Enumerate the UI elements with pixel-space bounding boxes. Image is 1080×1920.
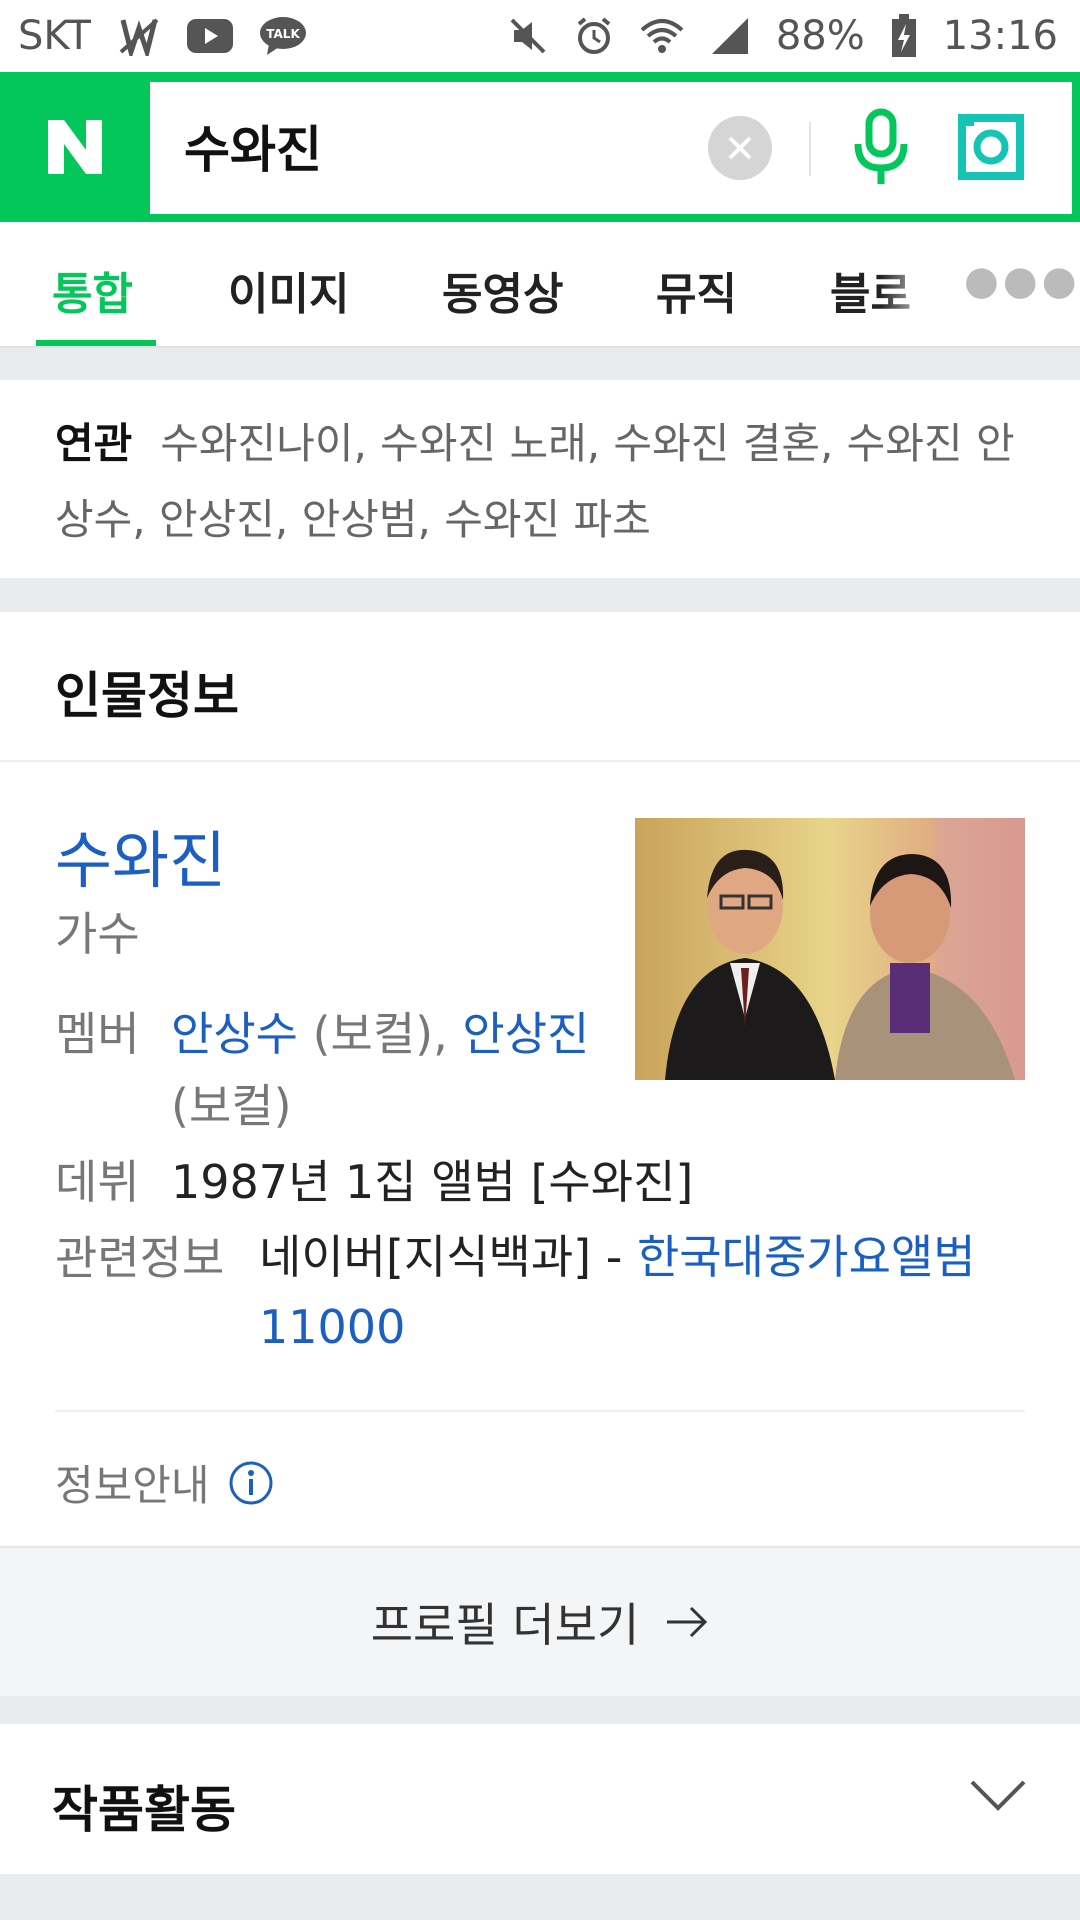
related-text: 연관 수와진나이, 수와진 노래, 수와진 결혼, 수와진 안상수, 안상진, 안… [55, 406, 1025, 558]
tab-images[interactable]: 이미지 [228, 258, 349, 322]
related-searches: 연관 수와진나이, 수와진 노래, 수와진 결혼, 수와진 안상수, 안상진, 안… [0, 380, 1080, 578]
status-bar: SKT TALK 88% 13:16 [0, 0, 1080, 72]
lens-icon [958, 114, 1024, 180]
search-tabs: 통합 이미지 동영상 뮤직 블로 ●●● [0, 222, 1080, 348]
search-box[interactable]: 수와진 [150, 82, 1072, 214]
talk-badge-text: TALK [266, 27, 300, 41]
lens-search-button[interactable] [954, 110, 1028, 184]
naver-logo[interactable] [40, 112, 110, 182]
kakaotalk-icon: TALK [259, 16, 307, 56]
clear-icon [728, 136, 752, 160]
works-title: 작품활동 [52, 1781, 236, 1839]
encyclopedia-link[interactable]: 한국대중가요앨범 [637, 1230, 976, 1284]
signal-icon [710, 16, 750, 56]
debut-value: 1987년 1집 앨범 [수와진] [171, 1155, 694, 1209]
profile-more-button[interactable]: 프로필 더보기 [0, 1546, 1080, 1696]
related-info-row: 관련정보 네이버[지식백과] - 한국대중가요앨범 11000 [55, 1222, 1035, 1362]
tabs-fade [880, 222, 940, 342]
member-label: 멤버 [55, 1007, 140, 1061]
debut-label: 데뷔 [55, 1155, 140, 1209]
youtube-icon [186, 19, 233, 53]
chevron-down-icon [970, 1780, 1026, 1811]
debut-row: 데뷔 1987년 1집 앨범 [수와진] [55, 1146, 1025, 1218]
battery-percent: 88% [775, 13, 865, 59]
no-sync-icon [117, 16, 161, 56]
related-info-prefix: 네이버[지식백과] - [259, 1230, 637, 1284]
tab-videos[interactable]: 동영상 [442, 258, 563, 322]
member-row: 멤버 안상수 (보컬), 안상진 (보컬) [55, 998, 615, 1148]
search-header: 수와진 [0, 72, 1080, 222]
person-info-section: 인물정보 수와진 가수 멤버 안상수 (보컬), 안상진 (보컬) 데뷔 198… [0, 612, 1080, 1696]
alarm-icon [574, 16, 614, 56]
heading-divider [0, 760, 1080, 762]
battery-icon [891, 14, 917, 58]
member1-link[interactable]: 안상수 [171, 1007, 298, 1061]
profile-more-label: 프로필 더보기 [370, 1598, 640, 1652]
tab-music[interactable]: 뮤직 [656, 258, 737, 322]
clock: 13:16 [942, 13, 1058, 59]
info-notice[interactable]: 정보안내 [55, 1452, 274, 1513]
related-info-value: 네이버[지식백과] - 한국대중가요앨범 11000 [259, 1222, 1039, 1362]
related-info-label: 관련정보 [55, 1231, 225, 1285]
mute-icon [508, 16, 548, 56]
info-divider [55, 1410, 1025, 1412]
wifi-icon [640, 16, 684, 56]
member1-role: (보컬), [297, 1007, 463, 1061]
info-icon [229, 1461, 273, 1504]
clear-button[interactable] [708, 116, 772, 180]
works-section[interactable]: 작품활동 [0, 1724, 1080, 1874]
active-tab-indicator [36, 340, 156, 346]
more-tabs-icon[interactable]: ●●● [964, 258, 1080, 304]
arrow-right-icon [667, 1606, 708, 1638]
info-notice-label: 정보안내 [55, 1461, 210, 1510]
member-value: 안상수 (보컬), 안상진 (보컬) [171, 998, 621, 1142]
member2-link[interactable]: 안상진 [462, 1007, 589, 1061]
related-label: 연관 [55, 419, 133, 468]
person-occupation: 가수 [55, 907, 140, 961]
encyclopedia-link-number[interactable]: 11000 [259, 1300, 405, 1354]
voice-search-button[interactable] [842, 106, 920, 190]
carrier-label: SKT [18, 13, 91, 59]
related-terms[interactable]: 수와진나이, 수와진 노래, 수와진 결혼, 수와진 안상수, 안상진, 안상범… [55, 419, 1015, 544]
member2-role: (보컬) [171, 1079, 292, 1133]
tab-integrated[interactable]: 통합 [52, 258, 133, 322]
person-name-link[interactable]: 수와진 [55, 810, 226, 900]
search-input[interactable]: 수와진 [184, 110, 322, 182]
person-photo[interactable] [635, 818, 1025, 1080]
section-heading: 인물정보 [55, 667, 239, 725]
search-divider [809, 122, 811, 176]
mic-icon [854, 108, 908, 184]
